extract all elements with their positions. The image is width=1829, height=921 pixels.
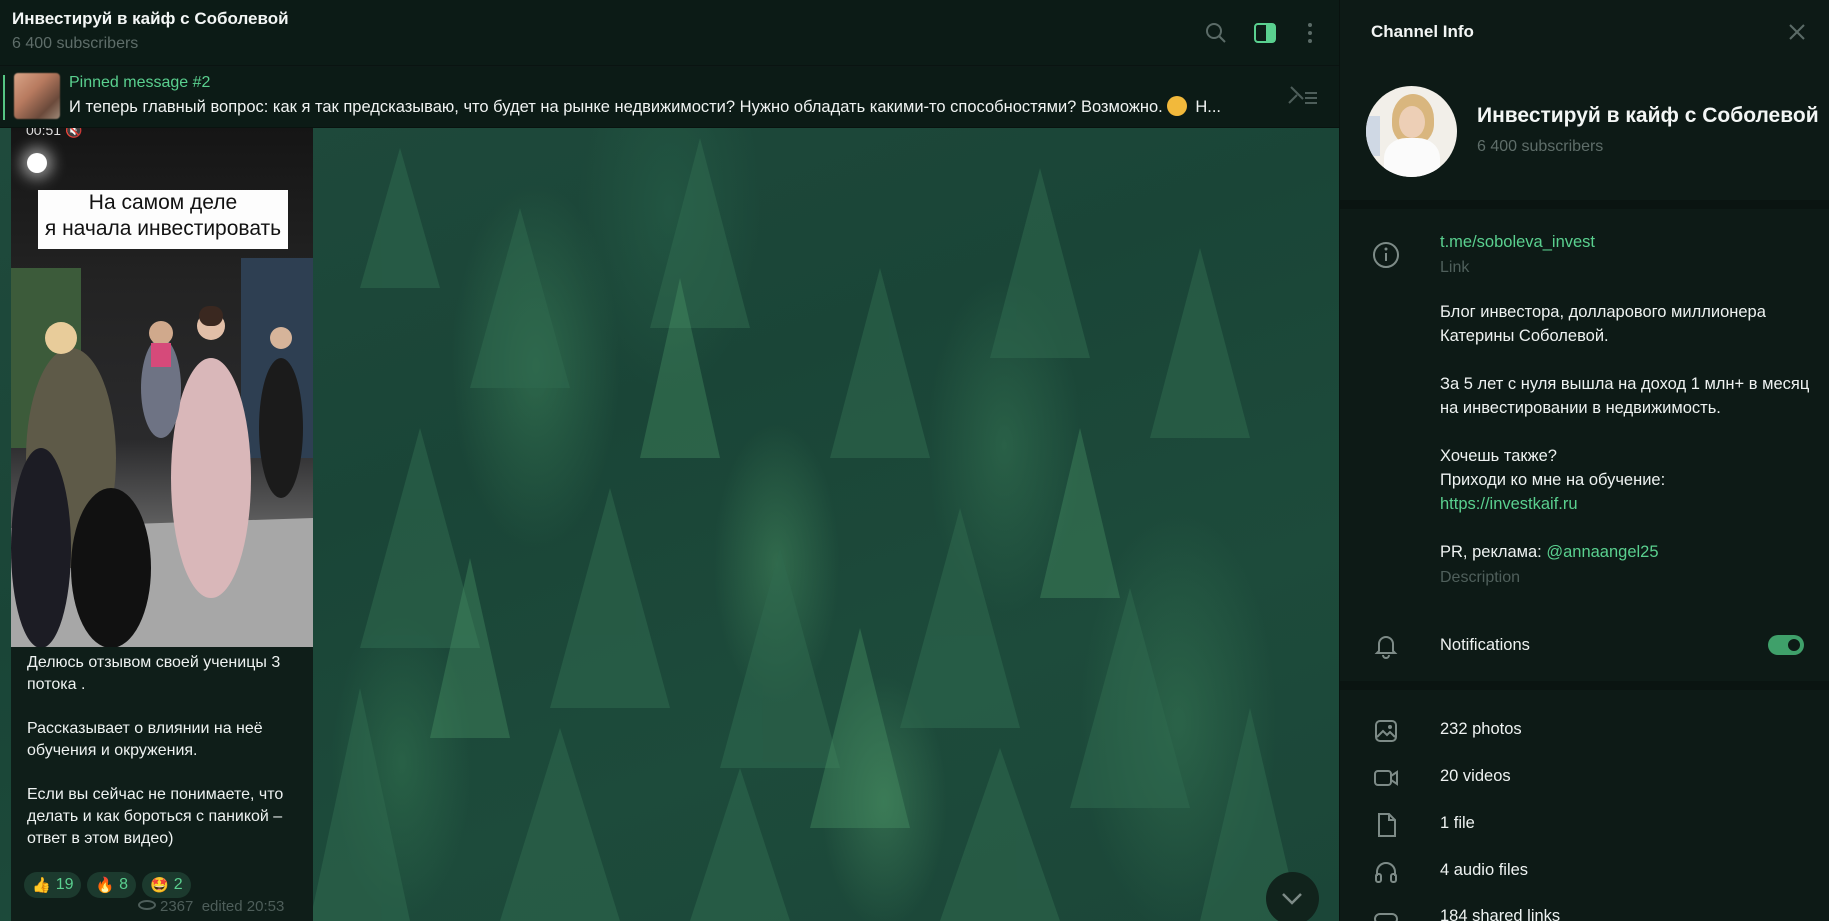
- chevron-down-icon: [1282, 893, 1302, 905]
- channel-link[interactable]: t.me/soboleva_invest: [1440, 233, 1595, 252]
- info-icon: [1372, 241, 1400, 269]
- message-meta: 2367 edited 20:53: [138, 898, 284, 915]
- reaction-star-eyes[interactable]: 🤩 2: [142, 872, 191, 898]
- more-options-icon[interactable]: [1297, 20, 1323, 46]
- chat-subscribers: 6 400 subscribers: [12, 35, 139, 52]
- search-icon[interactable]: [1203, 20, 1229, 46]
- desc-line: Хочешь также?: [1440, 447, 1557, 465]
- message-text: Делюсь отзывом своей ученицы 3 потока . …: [27, 654, 284, 847]
- reactions-bar: 👍 19 🔥 8 🤩 2: [24, 872, 191, 898]
- desc-line: Блог инвестора, долларового миллионера К…: [1440, 303, 1766, 345]
- link-icon: [1372, 905, 1400, 921]
- media-photos[interactable]: 232 photos: [1440, 720, 1522, 739]
- pinned-thumbnail: [14, 73, 60, 119]
- link-label: Link: [1440, 259, 1470, 276]
- thumbs-up-icon: 👍: [32, 877, 51, 894]
- video-duration: 00:51 🔇: [26, 128, 82, 139]
- headphones-icon: [1372, 858, 1400, 886]
- toggle-knob: [1786, 637, 1802, 653]
- desc-pr-line: PR, реклама: @annaangel25: [1440, 540, 1810, 564]
- pinned-list-icon[interactable]: [1285, 85, 1319, 109]
- views-icon: [138, 900, 156, 910]
- video-caption-overlay: На самом деле я начала инвестировать: [38, 190, 288, 249]
- avatar-body: [1384, 138, 1440, 177]
- avatar-background: [1366, 116, 1380, 156]
- smirk-emoji-icon: [1166, 96, 1187, 116]
- message-video[interactable]: 00:51 🔇 На самом деле я начала инвестиро…: [11, 128, 313, 647]
- desc-line: За 5 лет с нуля вышла на доход 1 млн+ в …: [1440, 375, 1810, 417]
- reaction-thumbs-up[interactable]: 👍 19: [24, 872, 82, 898]
- chat-title[interactable]: Инвестируй в кайф с Соболевой: [12, 9, 289, 29]
- description-label: Description: [1440, 569, 1521, 586]
- media-links[interactable]: 184 shared links: [1440, 907, 1560, 921]
- pinned-text: И теперь главный вопрос: как я так предс…: [69, 96, 1264, 117]
- channel-avatar[interactable]: [1366, 86, 1457, 177]
- media-files[interactable]: 1 file: [1440, 814, 1475, 833]
- video-icon: [1372, 764, 1400, 792]
- channel-subscribers: 6 400 subscribers: [1477, 138, 1604, 155]
- file-icon: [1372, 811, 1400, 839]
- channel-info-panel: Channel Info Инвестируй в кайф с Соболев…: [1339, 0, 1829, 921]
- desc-pr-handle[interactable]: @annaangel25: [1546, 543, 1658, 561]
- section-divider: [1340, 681, 1829, 690]
- chat-area: Инвестируй в кайф с Соболевой 6 400 subs…: [0, 0, 1339, 921]
- desc-line: Приходи ко мне на обучение:: [1440, 471, 1666, 489]
- channel-description: Блог инвестора, долларового миллионера К…: [1440, 300, 1810, 564]
- fire-icon: 🔥: [95, 877, 115, 894]
- reaction-count: 8: [119, 876, 129, 893]
- channel-message[interactable]: 00:51 🔇 На самом деле я начала инвестиро…: [11, 128, 313, 921]
- chat-header[interactable]: Инвестируй в кайф с Соболевой 6 400 subs…: [0, 0, 1339, 66]
- muted-icon[interactable]: 🔇: [65, 128, 82, 138]
- view-count: 2367: [160, 898, 194, 915]
- media-audio[interactable]: 4 audio files: [1440, 861, 1528, 880]
- photo-icon: [1372, 717, 1400, 745]
- notifications-toggle[interactable]: [1768, 635, 1804, 655]
- star-struck-icon: 🤩: [150, 877, 169, 894]
- panel-title: Channel Info: [1371, 22, 1474, 41]
- sidebar-toggle-icon[interactable]: [1252, 20, 1278, 46]
- video-time-text: 00:51: [26, 128, 62, 138]
- channel-name: Инвестируй в кайф с Соболевой: [1477, 104, 1819, 127]
- bell-icon: [1372, 632, 1400, 660]
- video-caption-line2: я начала инвестировать: [44, 217, 282, 240]
- section-divider: [1340, 200, 1829, 209]
- avatar-face: [1399, 106, 1425, 138]
- pinned-text-main: И теперь главный вопрос: как я так предс…: [69, 98, 1163, 116]
- pinned-title: Pinned message #2: [69, 74, 211, 91]
- pinned-message-bar[interactable]: Pinned message #2 И теперь главный вопро…: [0, 67, 1339, 128]
- close-icon[interactable]: [1787, 22, 1807, 42]
- desc-pr-label: PR, реклама:: [1440, 543, 1547, 561]
- stage-light: [27, 153, 47, 173]
- media-videos[interactable]: 20 videos: [1440, 767, 1511, 786]
- reaction-count: 19: [55, 876, 74, 893]
- scroll-down-button[interactable]: [1266, 872, 1319, 921]
- pinned-text-tail: Н...: [1190, 98, 1222, 116]
- video-caption-line1: На самом деле: [88, 191, 238, 214]
- reaction-count: 2: [173, 876, 183, 893]
- desc-link[interactable]: https://investkaif.ru: [1440, 492, 1810, 516]
- notifications-label: Notifications: [1440, 636, 1530, 654]
- reaction-fire[interactable]: 🔥 8: [87, 872, 137, 898]
- pinned-indicator: [3, 75, 5, 120]
- edited-time: edited 20:53: [201, 898, 285, 915]
